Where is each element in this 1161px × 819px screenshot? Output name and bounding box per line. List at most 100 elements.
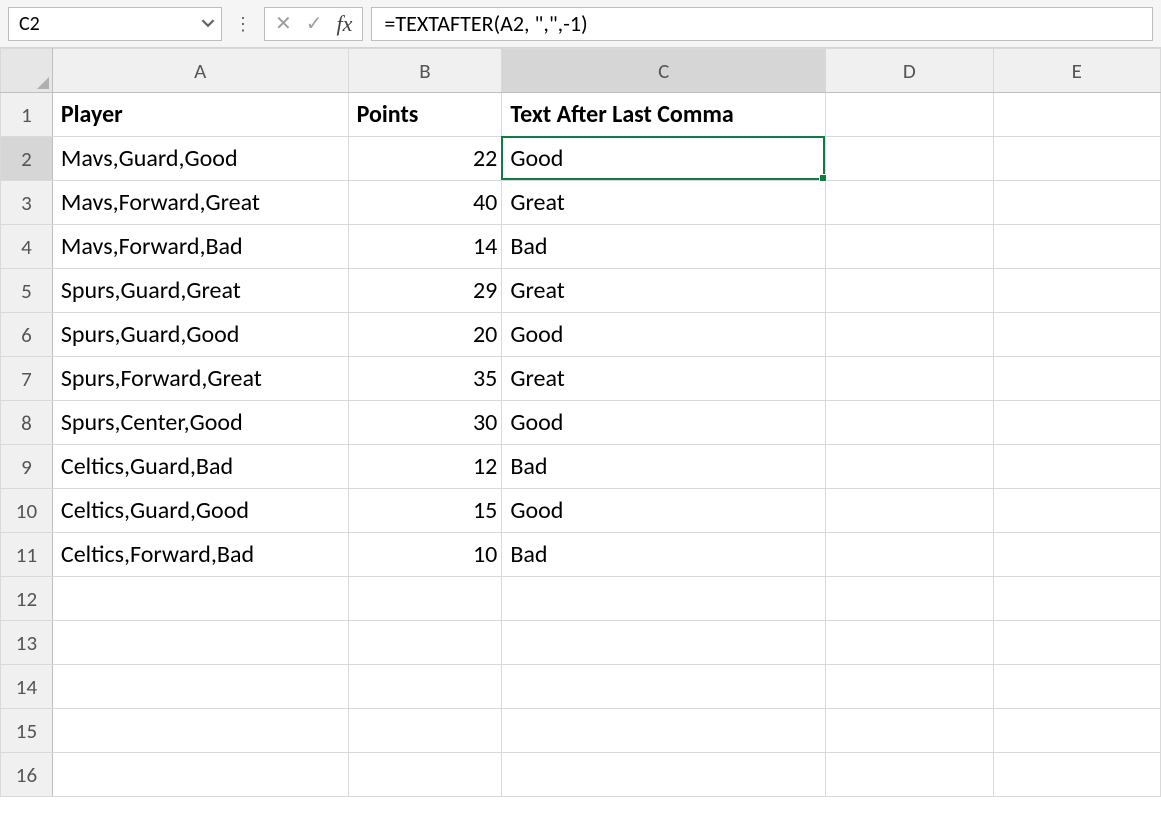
name-box[interactable]: C2 xyxy=(8,7,222,41)
cell[interactable] xyxy=(52,577,348,621)
cancel-icon[interactable]: ✕ xyxy=(275,11,292,36)
cell-B4[interactable]: 14 xyxy=(348,225,502,269)
cell-C11[interactable]: Bad xyxy=(502,533,826,577)
cell[interactable] xyxy=(993,665,1160,709)
cell-B11[interactable]: 10 xyxy=(348,533,502,577)
row-header[interactable]: 12 xyxy=(1,577,53,621)
cell-B10[interactable]: 15 xyxy=(348,489,502,533)
cell[interactable] xyxy=(348,621,502,665)
row-header[interactable]: 6 xyxy=(1,313,53,357)
cell[interactable] xyxy=(348,753,502,797)
cell[interactable] xyxy=(52,753,348,797)
cell[interactable] xyxy=(826,709,993,753)
cell-B8[interactable]: 30 xyxy=(348,401,502,445)
cell-C5[interactable]: Great xyxy=(502,269,826,313)
row-header[interactable]: 14 xyxy=(1,665,53,709)
cell-A9[interactable]: Celtics,Guard,Bad xyxy=(52,445,348,489)
cell-C3[interactable]: Great xyxy=(502,181,826,225)
cell[interactable] xyxy=(502,621,826,665)
cell[interactable] xyxy=(348,577,502,621)
cell[interactable] xyxy=(502,665,826,709)
cell-C4[interactable]: Bad xyxy=(502,225,826,269)
row-header[interactable]: 11 xyxy=(1,533,53,577)
formula-input[interactable]: =TEXTAFTER(A2, ",",-1) xyxy=(371,7,1153,41)
cell-C10[interactable]: Good xyxy=(502,489,826,533)
spreadsheet-grid[interactable]: A B C D E 1 Player Points Text After Las… xyxy=(0,48,1161,797)
cell[interactable] xyxy=(993,753,1160,797)
cell-C6[interactable]: Good xyxy=(502,313,826,357)
select-all-corner[interactable] xyxy=(1,49,53,93)
cell-B6[interactable]: 20 xyxy=(348,313,502,357)
cell-E4[interactable] xyxy=(993,225,1160,269)
cell[interactable] xyxy=(502,709,826,753)
cell-A4[interactable]: Mavs,Forward,Bad xyxy=(52,225,348,269)
row-header[interactable]: 13 xyxy=(1,621,53,665)
cell-A5[interactable]: Spurs,Guard,Great xyxy=(52,269,348,313)
cell-D11[interactable] xyxy=(826,533,993,577)
cell-B1[interactable]: Points xyxy=(348,93,502,137)
cell-E7[interactable] xyxy=(993,357,1160,401)
column-header-D[interactable]: D xyxy=(826,49,993,93)
fx-icon[interactable]: fx xyxy=(337,11,353,37)
cell-A2[interactable]: Mavs,Guard,Good xyxy=(52,137,348,181)
cell[interactable] xyxy=(348,665,502,709)
cell[interactable] xyxy=(52,709,348,753)
cell[interactable] xyxy=(826,665,993,709)
cell-A1[interactable]: Player xyxy=(52,93,348,137)
cell-A8[interactable]: Spurs,Center,Good xyxy=(52,401,348,445)
cell-B3[interactable]: 40 xyxy=(348,181,502,225)
accept-icon[interactable]: ✓ xyxy=(306,11,323,36)
cell[interactable] xyxy=(826,621,993,665)
cell[interactable] xyxy=(993,621,1160,665)
cell-A10[interactable]: Celtics,Guard,Good xyxy=(52,489,348,533)
cell[interactable] xyxy=(348,709,502,753)
cell-D3[interactable] xyxy=(826,181,993,225)
cell-D10[interactable] xyxy=(826,489,993,533)
row-header[interactable]: 8 xyxy=(1,401,53,445)
row-header[interactable]: 10 xyxy=(1,489,53,533)
cell-E2[interactable] xyxy=(993,137,1160,181)
cell-D9[interactable] xyxy=(826,445,993,489)
cell[interactable] xyxy=(502,753,826,797)
cell-D4[interactable] xyxy=(826,225,993,269)
row-header[interactable]: 5 xyxy=(1,269,53,313)
row-header[interactable]: 3 xyxy=(1,181,53,225)
cell[interactable] xyxy=(993,709,1160,753)
row-header[interactable]: 15 xyxy=(1,709,53,753)
cell-A7[interactable]: Spurs,Forward,Great xyxy=(52,357,348,401)
cell-A11[interactable]: Celtics,Forward,Bad xyxy=(52,533,348,577)
cell[interactable] xyxy=(52,665,348,709)
row-header[interactable]: 4 xyxy=(1,225,53,269)
cell-E3[interactable] xyxy=(993,181,1160,225)
cell-D5[interactable] xyxy=(826,269,993,313)
cell-D1[interactable] xyxy=(826,93,993,137)
cell[interactable] xyxy=(826,577,993,621)
cell-C9[interactable]: Bad xyxy=(502,445,826,489)
cell-D2[interactable] xyxy=(826,137,993,181)
cell-C8[interactable]: Good xyxy=(502,401,826,445)
more-icon[interactable]: ⋮ xyxy=(230,13,256,35)
column-header-A[interactable]: A xyxy=(52,49,348,93)
cell-B7[interactable]: 35 xyxy=(348,357,502,401)
cell-B9[interactable]: 12 xyxy=(348,445,502,489)
cell-E5[interactable] xyxy=(993,269,1160,313)
cell[interactable] xyxy=(52,621,348,665)
cell-D6[interactable] xyxy=(826,313,993,357)
cell-E10[interactable] xyxy=(993,489,1160,533)
chevron-down-icon[interactable] xyxy=(201,12,215,36)
cell-C2[interactable]: Good xyxy=(502,137,826,181)
row-header[interactable]: 16 xyxy=(1,753,53,797)
cell-A6[interactable]: Spurs,Guard,Good xyxy=(52,313,348,357)
cell-E11[interactable] xyxy=(993,533,1160,577)
row-header[interactable]: 1 xyxy=(1,93,53,137)
cell[interactable] xyxy=(993,577,1160,621)
cell-E9[interactable] xyxy=(993,445,1160,489)
cell-E8[interactable] xyxy=(993,401,1160,445)
row-header[interactable]: 2 xyxy=(1,137,53,181)
cell-B2[interactable]: 22 xyxy=(348,137,502,181)
row-header[interactable]: 9 xyxy=(1,445,53,489)
cell[interactable] xyxy=(826,753,993,797)
row-header[interactable]: 7 xyxy=(1,357,53,401)
column-header-C[interactable]: C xyxy=(502,49,826,93)
cell-C1[interactable]: Text After Last Comma xyxy=(502,93,826,137)
